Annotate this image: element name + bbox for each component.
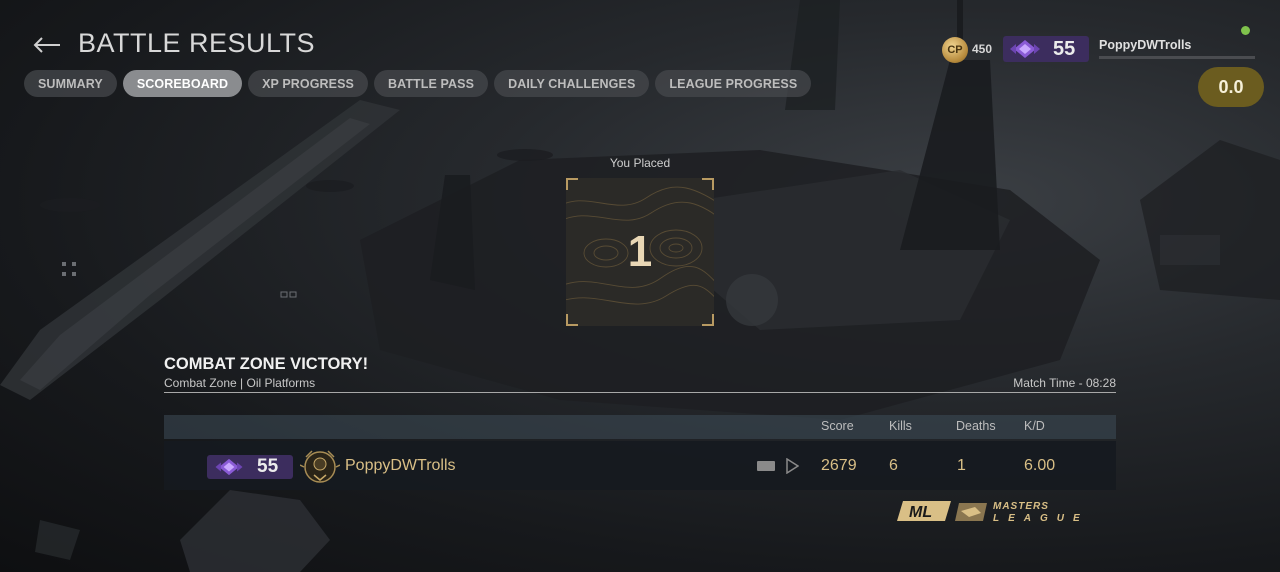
row-kills: 6 [889, 457, 898, 474]
column-header-kills: Kills [889, 419, 912, 433]
tab-scoreboard[interactable]: SCOREBOARD [122, 70, 243, 97]
cp-coin-icon: CP [942, 37, 968, 63]
online-status-indicator [1241, 26, 1250, 35]
player-rank-number: 55 [1053, 37, 1076, 60]
currency-balance-button[interactable]: 0.0 [1198, 67, 1264, 107]
back-button[interactable] [30, 28, 64, 62]
rank-emblem-icon [1003, 36, 1047, 62]
column-header-score: Score [821, 419, 854, 433]
tab-xp-progress[interactable]: XP PROGRESS [248, 70, 368, 97]
row-player-name[interactable]: PoppyDWTrolls [345, 457, 456, 475]
masters-league-logo: ML MASTERS LEAGUE [897, 501, 1089, 523]
tab-daily-challenges[interactable]: DAILY CHALLENGES [494, 70, 650, 97]
mode-and-map: Combat Zone | Oil Platforms [164, 376, 316, 390]
match-time: Match Time - 08:28 [1013, 376, 1116, 390]
match-result-title: COMBAT ZONE VICTORY! [164, 355, 369, 373]
section-divider [164, 392, 1116, 393]
row-score: 2679 [821, 457, 857, 474]
logo-mark-text: ML [909, 504, 932, 521]
cp-amount: 450 [972, 42, 993, 56]
row-rank-badge: 55 [207, 455, 293, 479]
xp-progress-bar [1099, 56, 1255, 59]
arrow-left-icon [33, 37, 60, 53]
row-rank-number: 55 [257, 456, 279, 477]
tab-league-progress[interactable]: LEAGUE PROGRESS [655, 70, 812, 97]
logo-text-line1: MASTERS [993, 501, 1049, 512]
tab-battle-pass[interactable]: BATTLE PASS [374, 70, 489, 97]
placement-label: You Placed [609, 156, 671, 170]
rank-emblem-icon [207, 455, 251, 479]
player-rank-badge[interactable]: 55 [1003, 36, 1089, 62]
placement-card: 1 [566, 178, 714, 326]
player-username[interactable]: PoppyDWTrolls [1099, 38, 1191, 52]
page-title: BATTLE RESULTS [78, 28, 316, 58]
column-header-deaths: Deaths [956, 419, 996, 433]
column-header-kd: K/D [1024, 419, 1045, 433]
results-tabs: SUMMARY SCOREBOARD XP PROGRESS BATTLE PA… [24, 70, 812, 97]
placement-number: 1 [627, 227, 653, 276]
logo-text-line2: LEAGUE [993, 513, 1089, 523]
play-icon[interactable] [785, 458, 799, 474]
player-emblem-icon [300, 450, 340, 483]
controller-platform-icon [757, 461, 775, 471]
row-deaths: 1 [957, 457, 966, 474]
tab-summary[interactable]: SUMMARY [24, 70, 117, 97]
row-kd: 6.00 [1024, 457, 1056, 474]
